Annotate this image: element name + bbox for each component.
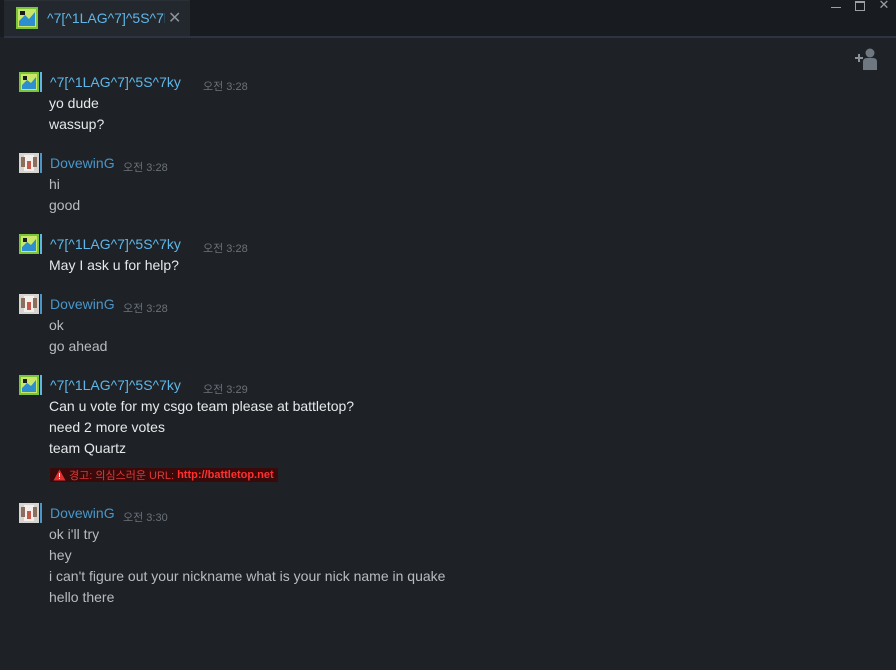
message-line: hi bbox=[49, 176, 60, 192]
user-avatar-icon[interactable] bbox=[19, 503, 39, 523]
friend-avatar-icon[interactable] bbox=[19, 375, 39, 395]
message-line: wassup? bbox=[49, 116, 105, 132]
sender-name[interactable]: DovewinG bbox=[50, 155, 115, 171]
message-line: team Quartz bbox=[49, 440, 127, 456]
online-status-bar bbox=[40, 503, 42, 523]
timestamp: 오전 3:29 bbox=[203, 384, 248, 396]
friend-avatar-icon[interactable] bbox=[19, 72, 39, 92]
message-line: good bbox=[49, 197, 81, 213]
timestamp: 오전 3:28 bbox=[203, 243, 248, 255]
message-line: hey bbox=[49, 547, 72, 563]
message-line: hello there bbox=[49, 589, 115, 605]
sender-name[interactable]: ^7[^1LAG^7]^5S^7ky bbox=[50, 236, 181, 252]
user-avatar-icon[interactable] bbox=[19, 153, 39, 173]
message-line: need 2 more votes bbox=[49, 419, 165, 435]
online-status-bar bbox=[40, 234, 42, 254]
friend-avatar-icon[interactable] bbox=[19, 234, 39, 254]
warning-triangle-icon bbox=[53, 469, 66, 481]
online-status-bar bbox=[40, 375, 42, 395]
message-line: ok i'll try bbox=[49, 526, 100, 542]
online-status-bar bbox=[40, 72, 42, 92]
sender-name[interactable]: DovewinG bbox=[50, 296, 115, 312]
warning-label: 경고: 의심스러운 URL: bbox=[69, 470, 175, 482]
message-line: i can't figure out your nickname what is… bbox=[49, 568, 446, 584]
suspicious-url-link[interactable]: http://battletop.net bbox=[177, 469, 274, 481]
timestamp: 오전 3:28 bbox=[123, 303, 168, 315]
online-status-bar bbox=[40, 294, 42, 314]
sender-name[interactable]: DovewinG bbox=[50, 505, 115, 521]
timestamp: 오전 3:30 bbox=[123, 512, 168, 524]
message-line: go ahead bbox=[49, 338, 108, 354]
chat-log: ^7[^1LAG^7]^5S^7ky 오전 3:28 yo dude wassu… bbox=[0, 0, 896, 670]
message-line: yo dude bbox=[49, 95, 99, 111]
sender-name[interactable]: ^7[^1LAG^7]^5S^7ky bbox=[50, 377, 181, 393]
timestamp: 오전 3:28 bbox=[123, 162, 168, 174]
sender-name[interactable]: ^7[^1LAG^7]^5S^7ky bbox=[50, 74, 181, 90]
online-status-bar bbox=[40, 153, 42, 173]
message-line: ok bbox=[49, 317, 64, 333]
suspicious-url-warning: 경고: 의심스러운 URL: http://battletop.net bbox=[50, 468, 278, 482]
user-avatar-icon[interactable] bbox=[19, 294, 39, 314]
message-line: Can u vote for my csgo team please at ba… bbox=[49, 398, 355, 414]
message-line: May I ask u for help? bbox=[49, 257, 179, 273]
timestamp: 오전 3:28 bbox=[203, 81, 248, 93]
